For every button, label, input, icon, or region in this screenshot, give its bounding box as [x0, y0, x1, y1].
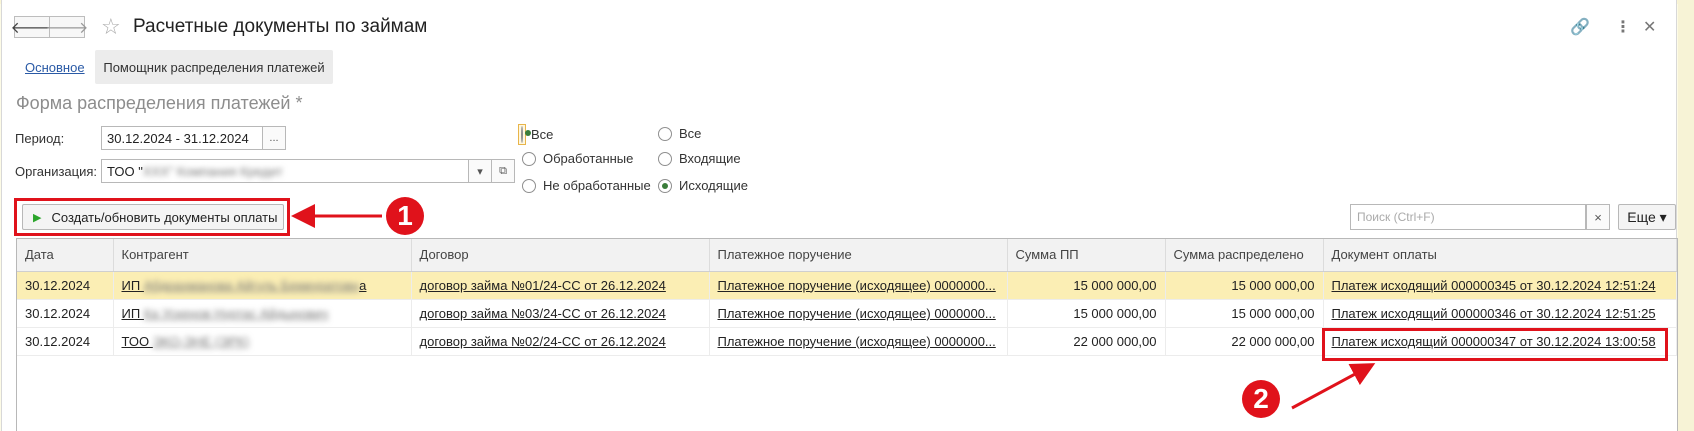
cell-sum-pp: 15 000 000,00	[1007, 271, 1166, 300]
cell-date: 30.12.2024	[17, 271, 114, 300]
star-icon[interactable]: ☆	[101, 14, 121, 40]
radio-checked-icon	[521, 126, 523, 143]
tab-payment-helper[interactable]: Помощник распределения платежей	[95, 50, 333, 84]
radio-label: Исходящие	[679, 178, 748, 193]
cell-sum-distributed: 22 000 000,00	[1165, 327, 1324, 356]
cell-payment-doc[interactable]: Платеж исходящий 000000346 от 30.12.2024…	[1323, 299, 1677, 328]
organization-label: Организация:	[15, 164, 98, 179]
cell-payment-order[interactable]: Платежное поручение (исходящее) 0000000.…	[709, 327, 1008, 356]
more-button[interactable]: Еще ▾	[1618, 204, 1676, 230]
column-header-sum-distributed[interactable]: Сумма распределено	[1165, 239, 1324, 272]
organization-open-button[interactable]: ⧉	[491, 159, 515, 183]
table-row[interactable]: 30.12.2024 ИП Ка Ускенов Нуртас Айдынови…	[17, 299, 1677, 328]
page-title: Расчетные документы по займам	[133, 16, 428, 37]
open-icon: ⧉	[499, 164, 507, 177]
column-header-payment-order[interactable]: Платежное поручение	[709, 239, 1008, 272]
filter-direction-all[interactable]: Все	[658, 126, 701, 141]
link-icon[interactable]: 🔗	[1570, 17, 1590, 37]
payment-order-link[interactable]: Платежное поручение (исходящее) 0000000.…	[718, 278, 996, 293]
filter-status-processed[interactable]: Обработанные	[522, 151, 633, 166]
column-header-contract[interactable]: Договор	[411, 239, 710, 272]
counterparty-prefix: ИП	[121, 277, 144, 293]
column-header-payment-doc[interactable]: Документ оплаты	[1323, 239, 1677, 272]
play-icon: ▶	[33, 211, 42, 224]
chevron-down-icon: ▾	[477, 165, 483, 178]
cell-counterparty[interactable]: ТОО ЭКО-ЭНЕ (ЭРК)	[113, 327, 412, 356]
period-label: Период:	[15, 131, 65, 146]
radio-label: Обработанные	[543, 151, 634, 166]
radio-label: Все	[531, 127, 554, 142]
counterparty-blurred: Ка Ускенов Нуртас Айдынович	[143, 305, 329, 321]
radio-label: Не обработанные	[543, 178, 651, 193]
cell-sum-distributed: 15 000 000,00	[1165, 299, 1324, 328]
cell-counterparty[interactable]: ИП Абдрахманова Айгуль Бекмуратовна	[113, 271, 412, 300]
organization-value-blurred: ХХХ" Компания Кредит	[142, 164, 283, 179]
cell-contract[interactable]: договор займа №02/24-СС от 26.12.2024	[411, 327, 710, 356]
radio-label: Входящие	[679, 151, 741, 166]
column-header-counterparty[interactable]: Контрагент	[113, 239, 412, 272]
cell-date: 30.12.2024	[17, 299, 114, 328]
form-title: Форма распределения платежей *	[16, 93, 303, 113]
cell-sum-pp: 22 000 000,00	[1007, 327, 1166, 356]
cell-sum-pp: 15 000 000,00	[1007, 299, 1166, 328]
filter-direction-outgoing[interactable]: Исходящие	[658, 178, 748, 193]
cell-payment-doc[interactable]: Платеж исходящий 000000345 от 30.12.2024…	[1323, 271, 1677, 300]
payment-doc-link[interactable]: Платеж исходящий 000000345 от 30.12.2024…	[1332, 278, 1656, 293]
cell-date: 30.12.2024	[17, 327, 114, 356]
radio-checked-icon	[658, 178, 672, 193]
cell-payment-order[interactable]: Платежное поручение (исходящее) 0000000.…	[709, 299, 1008, 328]
close-icon[interactable]: ✕	[1643, 17, 1656, 37]
radio-unchecked-icon	[522, 178, 536, 193]
filter-direction-incoming[interactable]: Входящие	[658, 151, 741, 166]
create-update-payments-label: Создать/обновить документы оплаты	[51, 209, 278, 225]
annotation-marker-2: 2	[1242, 380, 1280, 418]
table-header-row: Дата Контрагент Договор Платежное поруче…	[17, 239, 1677, 272]
column-header-sum-pp[interactable]: Сумма ПП	[1007, 239, 1166, 272]
counterparty-prefix: ИП	[121, 305, 144, 321]
form-window: 🡐 🡒 ☆ Расчетные документы по займам 🔗 ⋮ …	[1, 0, 1678, 431]
cell-counterparty[interactable]: ИП Ка Ускенов Нуртас Айдынович	[113, 299, 412, 328]
radio-unchecked-icon	[658, 126, 672, 141]
search-clear-button[interactable]: ×	[1586, 204, 1610, 230]
create-update-payments-button[interactable]: ▶ Создать/обновить документы оплаты	[22, 204, 284, 230]
payment-order-link[interactable]: Платежное поручение (исходящее) 0000000.…	[718, 334, 996, 349]
counterparty-prefix: ТОО	[121, 333, 153, 349]
radio-unchecked-icon	[658, 151, 672, 166]
contract-link[interactable]: договор займа №01/24-СС от 26.12.2024	[420, 278, 666, 293]
period-select-button[interactable]: ...	[262, 126, 286, 150]
cell-payment-order[interactable]: Платежное поручение (исходящее) 0000000.…	[709, 271, 1008, 300]
arrow-right-icon: 🡒	[45, 19, 89, 37]
filter-status-all[interactable]: Все	[518, 124, 554, 145]
annotation-marker-1: 1	[386, 197, 424, 235]
kebab-icon[interactable]: ⋮	[1615, 17, 1631, 37]
period-field[interactable]: 30.12.2024 - 31.12.2024	[101, 126, 263, 150]
payment-order-link[interactable]: Платежное поручение (исходящее) 0000000.…	[718, 306, 996, 321]
organization-field[interactable]: ТОО "ХХХ" Компания Кредит	[101, 159, 469, 183]
radio-label: Все	[679, 126, 702, 141]
tab-main[interactable]: Основное	[25, 60, 85, 75]
contract-link[interactable]: договор займа №03/24-СС от 26.12.2024	[420, 306, 666, 321]
annotation-box-2	[1322, 328, 1668, 361]
column-header-date[interactable]: Дата	[17, 239, 114, 272]
counterparty-suffix: а	[359, 277, 367, 293]
organization-value: ТОО "	[107, 164, 143, 179]
counterparty-blurred: Абдрахманова Айгуль Бекмуратовн	[143, 277, 360, 293]
radio-focus	[518, 124, 526, 145]
radio-unchecked-icon	[522, 151, 536, 166]
cell-contract[interactable]: договор займа №01/24-СС от 26.12.2024	[411, 271, 710, 300]
payment-doc-link[interactable]: Платеж исходящий 000000346 от 30.12.2024…	[1332, 306, 1656, 321]
forward-button[interactable]: 🡒	[46, 16, 88, 38]
filter-status-unprocessed[interactable]: Не обработанные	[522, 178, 651, 193]
counterparty-blurred: ЭКО-ЭНЕ (ЭРК)	[152, 333, 250, 349]
search-input[interactable]: Поиск (Ctrl+F)	[1350, 204, 1586, 230]
cell-sum-distributed: 15 000 000,00	[1165, 271, 1324, 300]
cell-contract[interactable]: договор займа №03/24-СС от 26.12.2024	[411, 299, 710, 328]
organization-dropdown-button[interactable]: ▾	[468, 159, 492, 183]
table-row[interactable]: 30.12.2024 ИП Абдрахманова Айгуль Бекмур…	[17, 271, 1677, 300]
contract-link[interactable]: договор займа №02/24-СС от 26.12.2024	[420, 334, 666, 349]
right-gutter	[1678, 0, 1694, 431]
